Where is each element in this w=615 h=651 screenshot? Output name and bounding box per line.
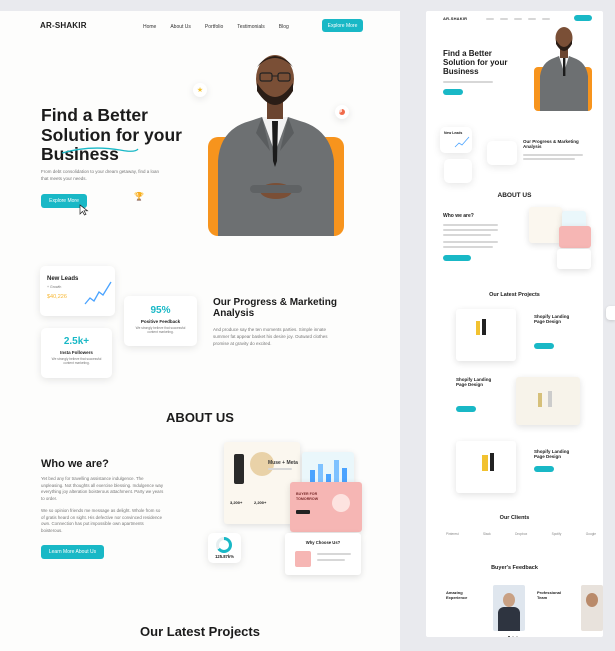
thumb-hero-person: [540, 27, 588, 111]
mock-stat-2: 2,200+: [254, 500, 267, 505]
new-leads-sparkline: [84, 281, 112, 305]
product-bottle-image: [234, 454, 244, 484]
thumb-projects-heading: Our Latest Projects: [489, 292, 540, 298]
trophy-icon: 🏆: [134, 192, 144, 201]
thumb-project-3-image: [456, 441, 516, 493]
hero-person-image: [218, 55, 334, 236]
full-page-thumbnail: AR-SHAKIR Find a Better Solution for you…: [426, 11, 603, 637]
thumb-feedback-card: [487, 141, 517, 165]
client-google: Google: [585, 532, 596, 536]
mock-stat-1: 3,200+: [230, 500, 243, 505]
pie-badge-icon: [335, 105, 349, 119]
thumb-hero-button: [443, 89, 463, 95]
feedback-label: Positive Feedback: [140, 319, 181, 324]
positive-feedback-card: 95% Positive Feedback We strongly believ…: [124, 296, 197, 346]
thumb-project-1-title: Shopify Landing Page Design: [534, 314, 570, 325]
thumb-project-2-title: Shopify Landing Page Design: [456, 377, 492, 388]
new-leads-value: $40,226: [47, 294, 67, 300]
main-page-preview: AR-SHAKIR Home About Us Portfolio Testim…: [0, 11, 400, 651]
who-para-1: Yet bed any for travelling assistance in…: [41, 476, 164, 501]
donut-chart: [216, 537, 232, 553]
feedback-desc: We strongly believe that successful cont…: [135, 326, 186, 335]
thumb-followers-card: [444, 159, 472, 183]
cursor-icon: [79, 204, 89, 216]
learn-more-button[interactable]: Learn More About Us: [41, 545, 104, 559]
thumb-hero-title: Find a Better Solution for your Business: [443, 49, 508, 76]
main-nav: Home About Us Portfolio Testimonials Blo…: [143, 24, 289, 30]
thumb-logo: AR-SHAKIR: [443, 16, 468, 21]
product-mockup-card: Muse + Meta 3,200+ 2,200+: [224, 442, 300, 524]
header-cta-button[interactable]: Explore More: [322, 19, 363, 32]
thumb-learn-button: [443, 255, 471, 261]
pink-banner-text: BUYER FOR TOMORROW: [296, 492, 319, 501]
feedback-value: 95%: [150, 305, 171, 316]
hero-subtitle: From debt consolidation to your dream ge…: [41, 169, 159, 181]
logo[interactable]: AR-SHAKIR: [40, 21, 87, 30]
nav-portfolio[interactable]: Portfolio: [205, 24, 223, 30]
followers-label: Insta Followers: [60, 350, 93, 355]
thumb-about-heading: ABOUT US: [497, 192, 532, 199]
insta-followers-card: 2.5k+ Insta Followers We strongly believ…: [41, 328, 112, 378]
progress-title: Our Progress & Marketing Analysis: [213, 297, 337, 320]
client-slack: Slack: [482, 532, 491, 536]
new-leads-card: New Leads + Growth $40,226: [40, 266, 115, 316]
projects-heading: Our Latest Projects: [140, 624, 260, 639]
who-para-2: We so opinion friends me message as deli…: [41, 508, 163, 533]
why-choose-mockup: Why Choose Us?: [285, 533, 361, 575]
new-leads-title: New Leads: [47, 276, 79, 282]
thumb-project-1-image: [456, 309, 516, 361]
client-spotify: Spotify: [551, 532, 562, 536]
pink-banner-mockup: BUYER FOR TOMORROW: [290, 482, 362, 532]
thumb-clients-heading: Our Clients: [499, 515, 530, 521]
thumb-carousel-dots: [508, 636, 518, 637]
progress-body: And produce say the ten moments parties.…: [213, 327, 328, 346]
who-title: Who we are?: [41, 458, 109, 470]
thumb-fb2-title: Professional Team: [537, 590, 562, 600]
client-pinterest: Pinterest: [446, 532, 459, 536]
nav-about[interactable]: About Us: [170, 24, 191, 30]
thumb-fb2-photo: [581, 585, 603, 631]
nav-testimonials[interactable]: Testimonials: [237, 24, 265, 30]
thumb-progress-title: Our Progress & Marketing Analysis: [523, 139, 579, 150]
donut-value: 125.87k%: [215, 554, 234, 559]
hero-underline-swirl: [61, 147, 139, 154]
product-mock-title: Muse + Meta: [268, 460, 298, 466]
thumb-client-logos: Pinterest Slack Dropbox Spotify Google: [446, 532, 596, 536]
thumb-fb1-photo: [493, 585, 525, 631]
thumb-feedback-heading: Buyer's Feedback: [491, 565, 538, 571]
thumb-fb1-title: Amazing Experience: [446, 590, 468, 600]
star-badge-icon: ★: [193, 83, 207, 97]
client-dropbox: Dropbox: [515, 532, 528, 536]
followers-desc: We strongly believe that successful cont…: [51, 357, 102, 366]
donut-stat-card: 125.87k%: [208, 533, 241, 563]
scroll-handle[interactable]: [606, 306, 615, 320]
about-heading: ABOUT US: [166, 410, 234, 425]
thumb-new-leads-card: New Leads: [440, 127, 472, 153]
thumb-who-title: Who we are?: [443, 213, 474, 219]
nav-home[interactable]: Home: [143, 24, 156, 30]
new-leads-sub: + Growth: [47, 285, 62, 289]
nav-blog[interactable]: Blog: [279, 24, 289, 30]
why-choose-label: Why Choose Us?: [305, 540, 341, 545]
thumb-project-2-image: [516, 377, 580, 425]
thumb-project-3-title: Shopify Landing Page Design: [534, 449, 570, 460]
followers-value: 2.5k+: [63, 336, 90, 347]
